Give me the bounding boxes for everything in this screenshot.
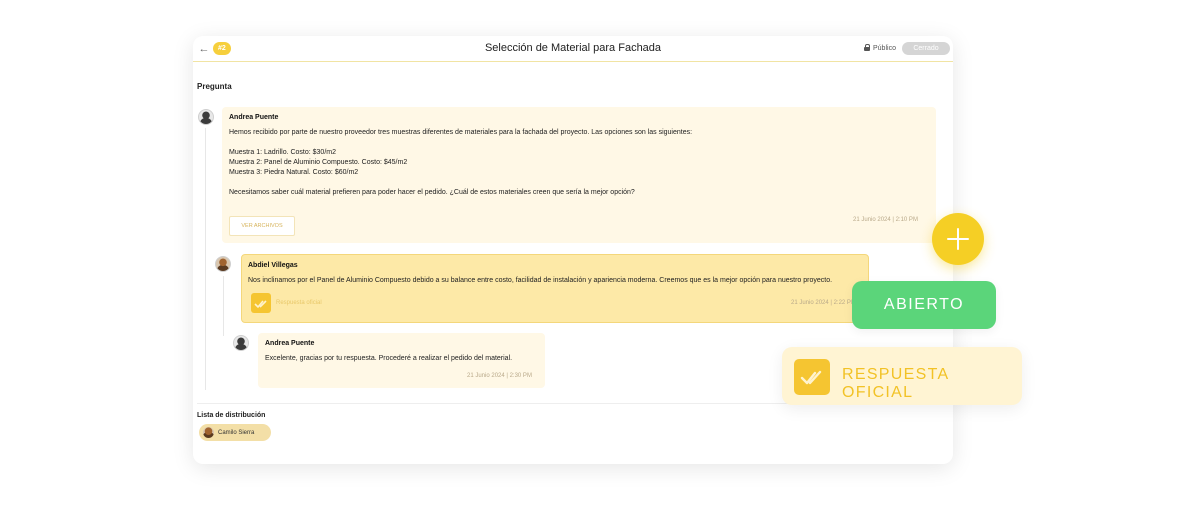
distribution-list-label: Lista de distribución [197, 412, 266, 419]
distribution-member-chip[interactable]: Camilo Sierra [199, 424, 271, 441]
status-closed-pill[interactable]: Cerrado [902, 42, 950, 55]
status-open-button[interactable]: ABIERTO [852, 281, 996, 329]
lock-icon [864, 44, 871, 52]
message-author: Abdiel Villegas [248, 262, 298, 269]
official-answer-badge: RESPUESTA OFICIAL [782, 347, 1022, 405]
page-title: Selección de Material para Fachada [484, 42, 662, 54]
member-name: Camilo Sierra [218, 429, 255, 436]
message-timestamp: 21 Junio 2024 | 2:10 PM [853, 217, 918, 223]
visibility-label: Público [873, 44, 896, 52]
stage: ← #2 Selección de Material para Fachada … [0, 0, 1199, 530]
add-plus-icon[interactable] [932, 213, 984, 265]
message-author: Andrea Puente [265, 340, 315, 347]
avatar-andrea [233, 335, 249, 351]
message-timestamp: 21 Junio 2024 | 2:22 PM [791, 300, 856, 306]
view-files-button[interactable]: VER ARCHIVOS [229, 216, 295, 236]
double-check-icon [794, 359, 830, 395]
message-timestamp: 21 Junio 2024 | 2:30 PM [467, 373, 532, 379]
message-author: Andrea Puente [229, 114, 279, 121]
message-reply: Andrea Puente Excelente, gracias por tu … [258, 333, 545, 388]
visibility-indicator: Público [864, 44, 896, 52]
card-header: ← #2 Selección de Material para Fachada … [193, 36, 953, 62]
avatar-camilo [203, 427, 214, 438]
thread-line [205, 128, 206, 390]
thread-line-nested [223, 276, 224, 336]
official-answer-label: Respuesta oficial [276, 300, 322, 306]
question-label: Pregunta [197, 82, 232, 91]
message-official-answer: Abdiel Villegas Nos inclinamos por el Pa… [241, 254, 869, 323]
avatar-abdiel [215, 256, 231, 272]
official-answer-title: RESPUESTA OFICIAL [842, 366, 949, 401]
message-body: Excelente, gracias por tu respuesta. Pro… [265, 355, 513, 362]
official-answer-icon [251, 293, 271, 313]
message-question: Andrea Puente Hemos recibido por parte d… [222, 107, 936, 243]
message-body: Nos inclinamos por el Panel de Aluminio … [248, 277, 833, 284]
avatar-andrea [198, 109, 214, 125]
message-body: Hemos recibido por parte de nuestro prov… [229, 129, 693, 196]
